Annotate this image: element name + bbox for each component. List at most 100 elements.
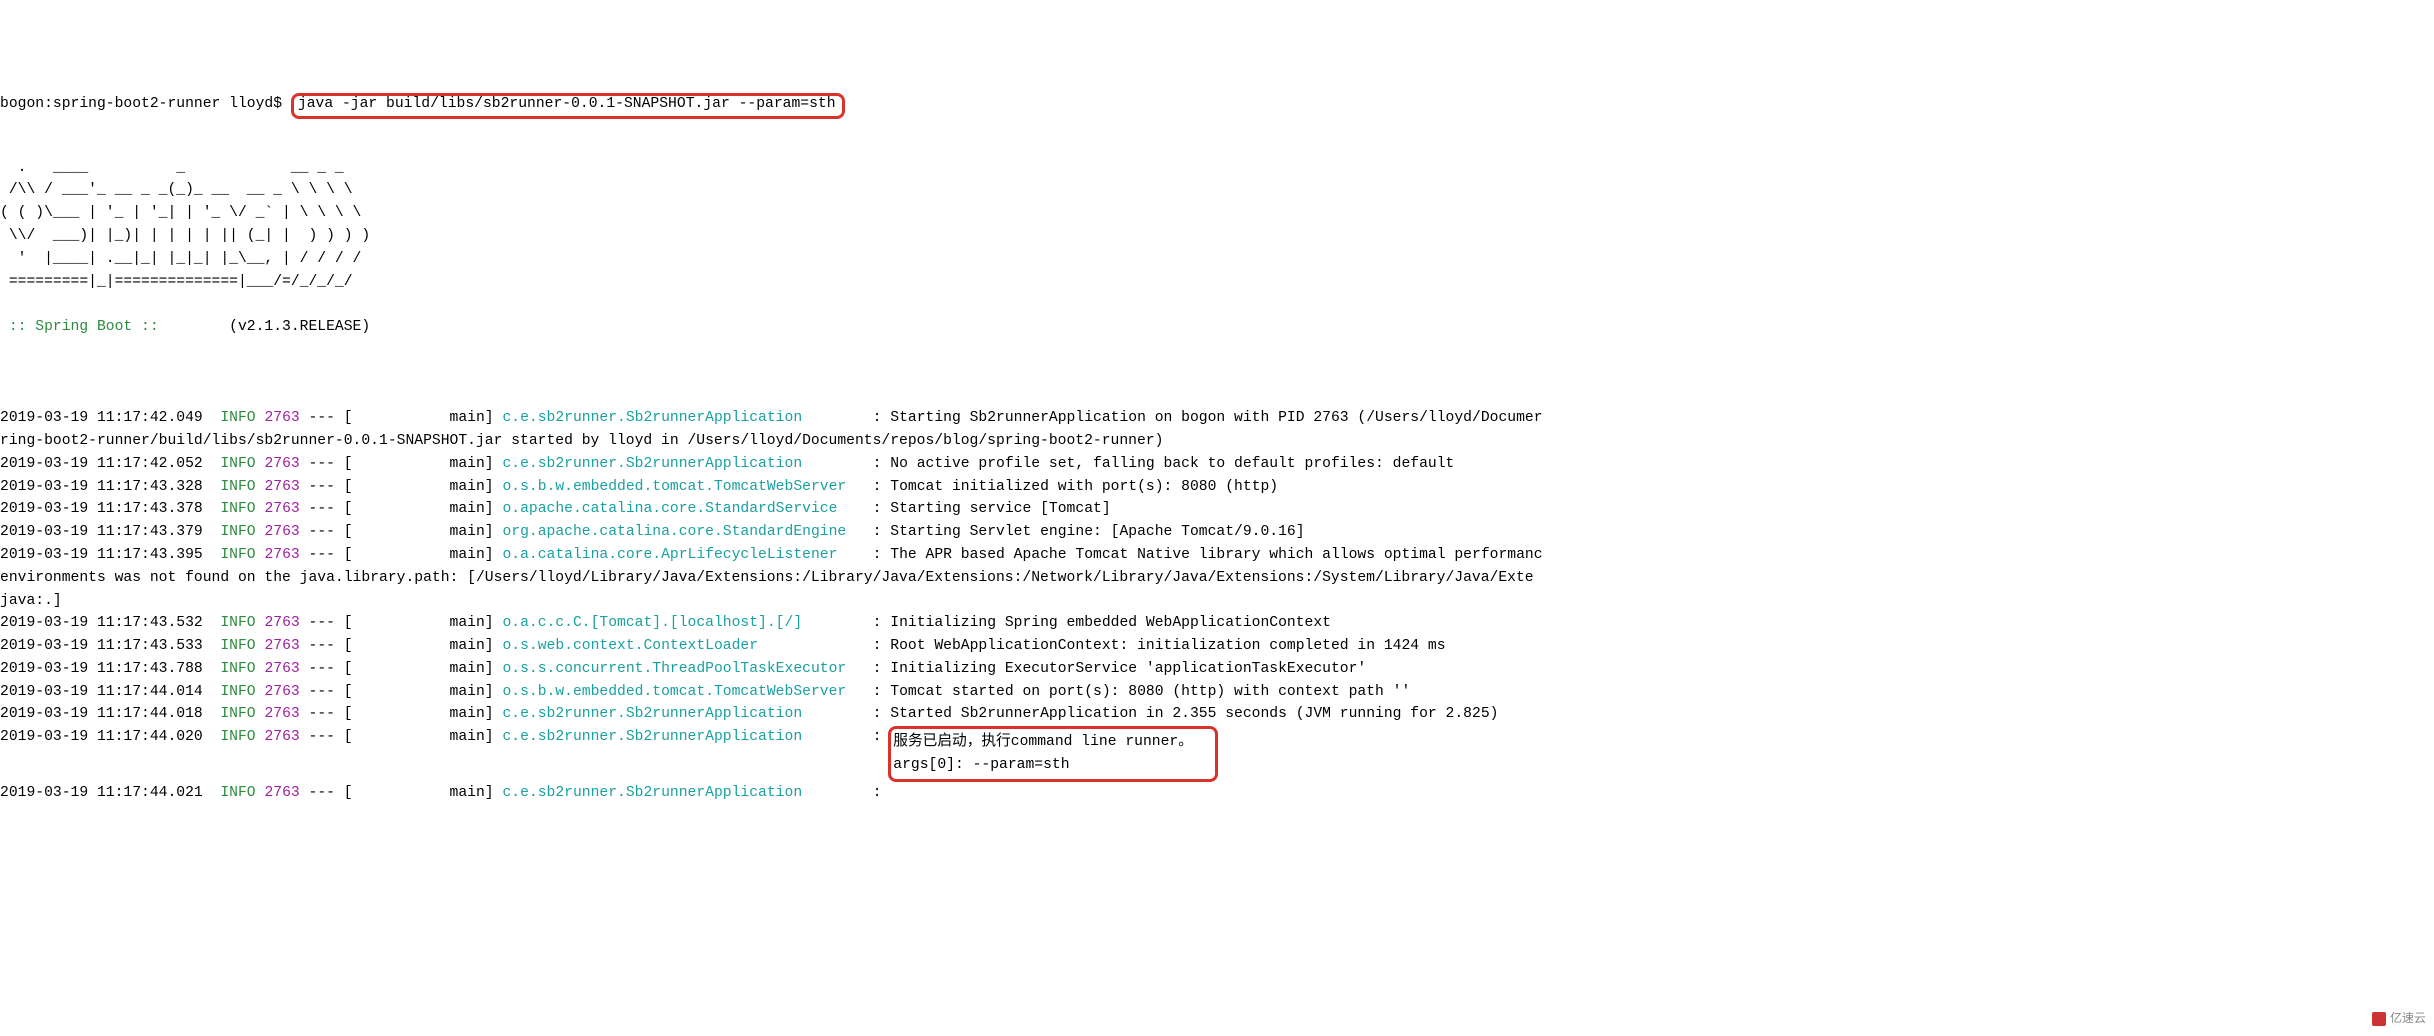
- logger: o.a.catalina.core.AprLifecycleListener: [502, 547, 863, 563]
- log-message: args[0]: --param=sth: [893, 754, 1210, 777]
- log-message: 服务已启动，执行command line runner。: [893, 731, 1210, 754]
- log-area: 2019-03-19 11:17:42.049 INFO 2763 --- [ …: [0, 407, 2434, 804]
- pid: 2763: [264, 785, 299, 801]
- timestamp: 2019-03-19 11:17:44.021: [0, 785, 220, 801]
- log-line: 2019-03-19 11:17:44.018 INFO 2763 --- [ …: [0, 703, 2434, 726]
- watermark: 亿速云: [2372, 1009, 2426, 1028]
- log-level: INFO: [220, 456, 255, 472]
- timestamp: 2019-03-19 11:17:42.049: [0, 410, 220, 426]
- timestamp: 2019-03-19 11:17:43.395: [0, 547, 220, 563]
- log-line: 2019-03-19 11:17:43.378 INFO 2763 --- [ …: [0, 498, 2434, 521]
- colon: :: [864, 547, 890, 563]
- colon: :: [864, 785, 890, 801]
- colon: :: [864, 684, 890, 700]
- thread-sep: --- [ main]: [300, 706, 503, 722]
- logger: o.s.s.concurrent.ThreadPoolTaskExecutor: [502, 661, 863, 677]
- logger: org.apache.catalina.core.StandardEngine: [502, 524, 863, 540]
- thread-sep: --- [ main]: [300, 456, 503, 472]
- pid: 2763: [264, 684, 299, 700]
- pid: 2763: [264, 479, 299, 495]
- watermark-icon: [2372, 1012, 2386, 1026]
- logger: c.e.sb2runner.Sb2runnerApplication: [502, 456, 863, 472]
- colon: :: [864, 410, 890, 426]
- log-line: java:.]: [0, 590, 2434, 613]
- log-message: Root WebApplicationContext: initializati…: [890, 638, 1445, 654]
- log-line: 2019-03-19 11:17:43.379 INFO 2763 --- [ …: [0, 521, 2434, 544]
- thread-sep: --- [ main]: [300, 661, 503, 677]
- colon: :: [864, 615, 890, 631]
- thread-sep: --- [ main]: [300, 524, 503, 540]
- colon: :: [864, 638, 890, 654]
- log-message: No active profile set, falling back to d…: [890, 456, 1454, 472]
- logger: o.s.b.w.embedded.tomcat.TomcatWebServer: [502, 684, 863, 700]
- timestamp: 2019-03-19 11:17:43.379: [0, 524, 220, 540]
- log-line: 2019-03-19 11:17:44.021 INFO 2763 --- [ …: [0, 782, 2434, 805]
- logger: c.e.sb2runner.Sb2runnerApplication: [502, 729, 863, 745]
- colon: :: [864, 479, 890, 495]
- colon: :: [864, 706, 890, 722]
- log-level: INFO: [220, 661, 255, 677]
- log-line: 2019-03-19 11:17:43.788 INFO 2763 --- [ …: [0, 658, 2434, 681]
- log-line: 2019-03-19 11:17:43.395 INFO 2763 --- [ …: [0, 544, 2434, 567]
- log-message: Starting service [Tomcat]: [890, 501, 1110, 517]
- spring-boot-line: :: Spring Boot :: (v2.1.3.RELEASE): [0, 316, 2434, 339]
- log-level: INFO: [220, 479, 255, 495]
- log-line: environments was not found on the java.l…: [0, 567, 2434, 590]
- timestamp: 2019-03-19 11:17:43.533: [0, 638, 220, 654]
- log-level: INFO: [220, 524, 255, 540]
- command-text: java -jar build/libs/sb2runner-0.0.1-SNA…: [298, 96, 836, 112]
- colon: :: [864, 661, 890, 677]
- timestamp: 2019-03-19 11:17:43.788: [0, 661, 220, 677]
- pid: 2763: [264, 729, 299, 745]
- thread-sep: --- [ main]: [300, 410, 503, 426]
- log-level: INFO: [220, 547, 255, 563]
- timestamp: 2019-03-19 11:17:42.052: [0, 456, 220, 472]
- pid: 2763: [264, 706, 299, 722]
- log-line: 2019-03-19 11:17:44.020 INFO 2763 --- [ …: [0, 726, 2434, 782]
- thread-sep: --- [ main]: [300, 547, 503, 563]
- log-message: Starting Sb2runnerApplication on bogon w…: [890, 410, 1542, 426]
- logger: o.s.web.context.ContextLoader: [502, 638, 863, 654]
- colon: :: [864, 729, 890, 745]
- log-message: Initializing Spring embedded WebApplicat…: [890, 615, 1331, 631]
- thread-sep: --- [ main]: [300, 638, 503, 654]
- log-line: ring-boot2-runner/build/libs/sb2runner-0…: [0, 430, 2434, 453]
- spring-boot-label: :: Spring Boot ::: [0, 319, 167, 335]
- timestamp: 2019-03-19 11:17:43.532: [0, 615, 220, 631]
- log-level: INFO: [220, 785, 255, 801]
- log-line: 2019-03-19 11:17:43.533 INFO 2763 --- [ …: [0, 635, 2434, 658]
- colon: :: [864, 456, 890, 472]
- thread-sep: --- [ main]: [300, 501, 503, 517]
- highlighted-messages: 服务已启动，执行command line runner。args[0]: --p…: [888, 726, 1217, 782]
- shell-prompt: bogon:spring-boot2-runner lloyd$ java -j…: [0, 93, 845, 119]
- logger: c.e.sb2runner.Sb2runnerApplication: [502, 410, 863, 426]
- logger: o.a.c.c.C.[Tomcat].[localhost].[/]: [502, 615, 863, 631]
- log-message: The APR based Apache Tomcat Native libra…: [890, 547, 1542, 563]
- thread-sep: --- [ main]: [300, 615, 503, 631]
- log-message: Initializing ExecutorService 'applicatio…: [890, 661, 1366, 677]
- pid: 2763: [264, 501, 299, 517]
- log-level: INFO: [220, 501, 255, 517]
- log-level: INFO: [220, 684, 255, 700]
- pid: 2763: [264, 456, 299, 472]
- log-line: 2019-03-19 11:17:43.532 INFO 2763 --- [ …: [0, 612, 2434, 635]
- log-level: INFO: [220, 729, 255, 745]
- watermark-text: 亿速云: [2390, 1009, 2426, 1028]
- prompt-host: bogon:spring-boot2-runner lloyd$: [0, 96, 291, 112]
- pid: 2763: [264, 547, 299, 563]
- colon: :: [864, 501, 890, 517]
- thread-sep: --- [ main]: [300, 729, 503, 745]
- logger: o.apache.catalina.core.StandardService: [502, 501, 863, 517]
- spring-boot-version: (v2.1.3.RELEASE): [167, 319, 370, 335]
- log-line: 2019-03-19 11:17:44.014 INFO 2763 --- [ …: [0, 681, 2434, 704]
- log-message: Started Sb2runnerApplication in 2.355 se…: [890, 706, 1498, 722]
- log-level: INFO: [220, 615, 255, 631]
- log-level: INFO: [220, 638, 255, 654]
- logger: c.e.sb2runner.Sb2runnerApplication: [502, 785, 863, 801]
- timestamp: 2019-03-19 11:17:43.328: [0, 479, 220, 495]
- log-line: 2019-03-19 11:17:42.052 INFO 2763 --- [ …: [0, 453, 2434, 476]
- log-line: 2019-03-19 11:17:42.049 INFO 2763 --- [ …: [0, 407, 2434, 430]
- highlighted-command: java -jar build/libs/sb2runner-0.0.1-SNA…: [291, 93, 845, 119]
- blank-line: [0, 362, 2434, 385]
- timestamp: 2019-03-19 11:17:44.018: [0, 706, 220, 722]
